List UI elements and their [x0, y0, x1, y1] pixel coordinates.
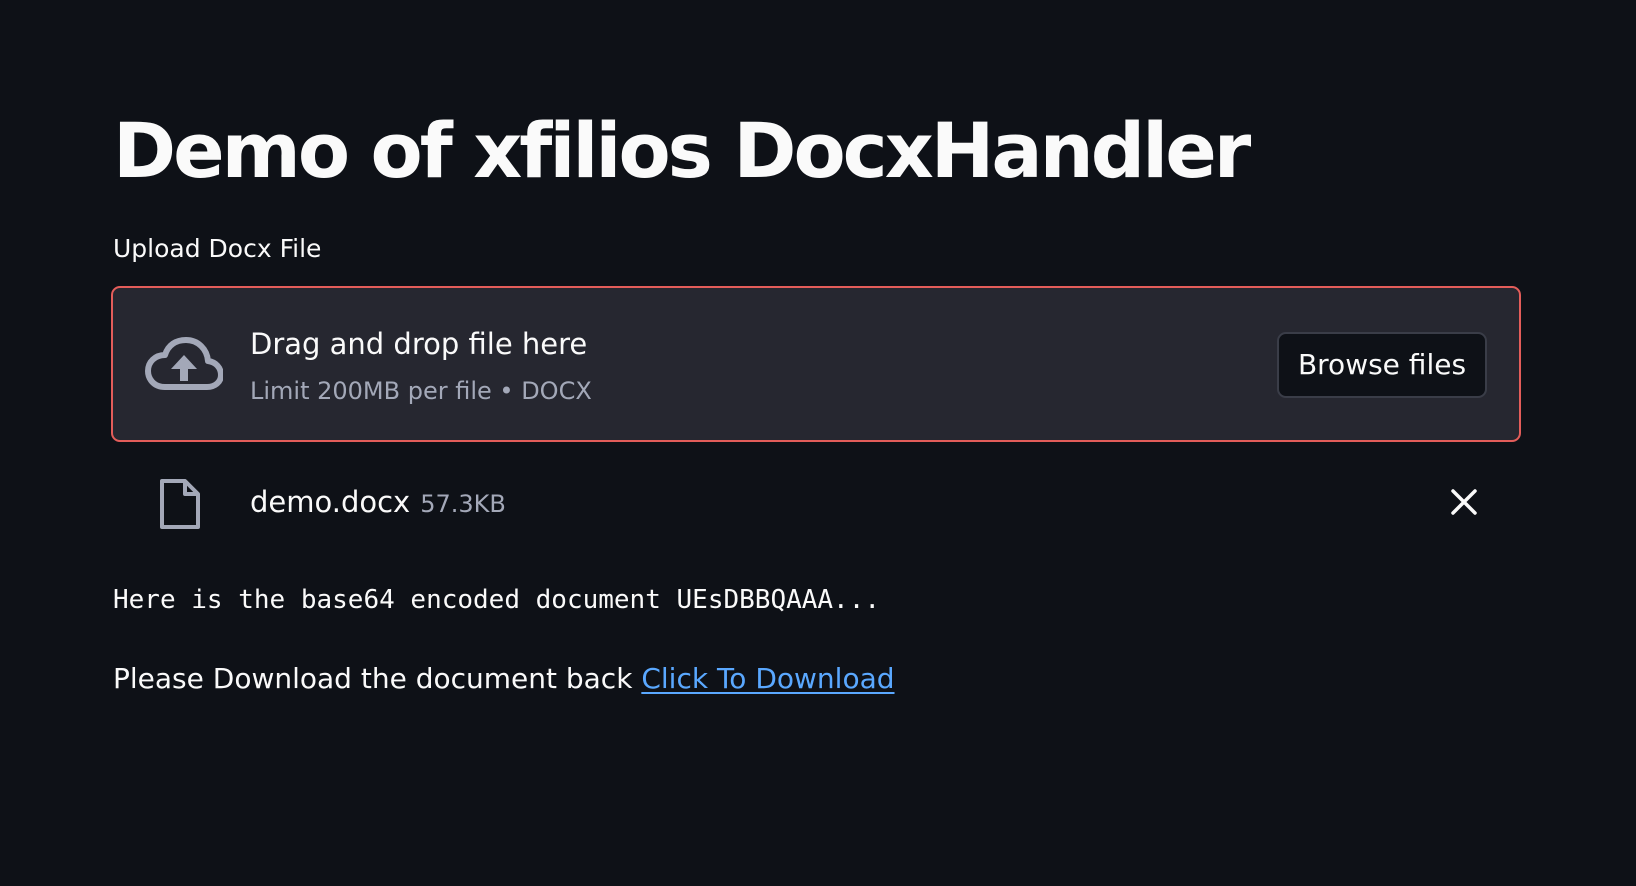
page-title: Demo of xfilios DocxHandler — [113, 106, 1251, 195]
file-name-text: demo.docx — [250, 485, 411, 519]
document-icon — [157, 478, 203, 530]
main-content: Demo of xfilios DocxHandler Upload Docx … — [111, 0, 1521, 886]
upload-label: Upload Docx File — [113, 234, 322, 263]
download-line: Please Download the document back Click … — [113, 660, 895, 698]
remove-file-button[interactable] — [1444, 482, 1484, 522]
browse-files-button[interactable]: Browse files — [1277, 332, 1487, 398]
download-link[interactable]: Click To Download — [641, 662, 894, 695]
close-icon — [1444, 489, 1484, 525]
encoded-document-text: Here is the base64 encoded document UEsD… — [113, 585, 881, 615]
file-size: 57.3KB — [420, 490, 506, 518]
download-prefix: Please Download the document back — [113, 662, 633, 695]
uploaded-file-name: demo.docx 57.3KB — [250, 484, 506, 522]
file-dropzone[interactable]: Drag and drop file here Limit 200MB per … — [111, 286, 1521, 442]
dropzone-title: Drag and drop file here — [250, 327, 588, 361]
cloud-upload-icon — [145, 336, 224, 394]
dropzone-limit-text: Limit 200MB per file • DOCX — [250, 377, 592, 405]
uploaded-file-row: demo.docx 57.3KB — [113, 472, 1521, 536]
